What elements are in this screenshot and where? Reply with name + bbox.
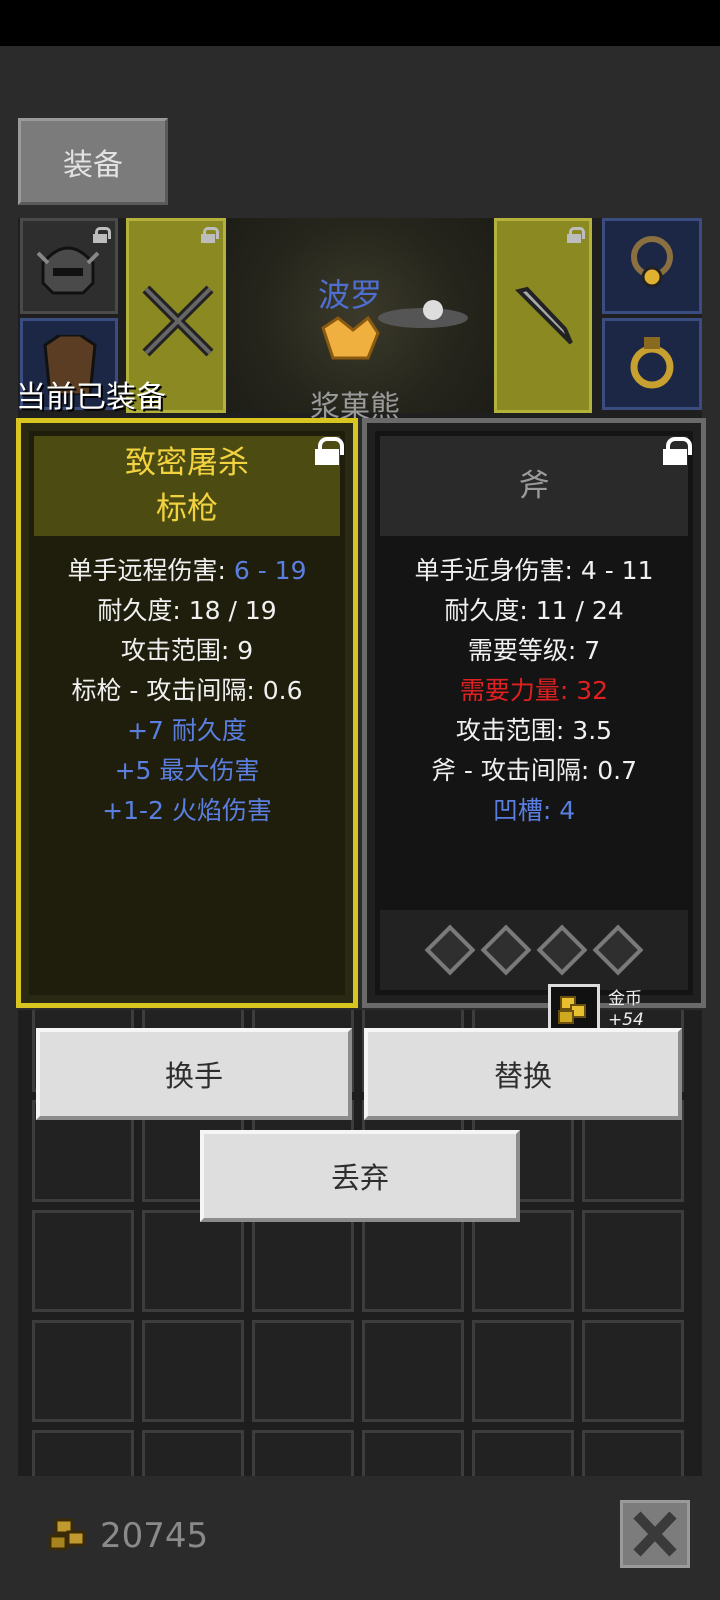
status-bar [0,0,720,46]
hero-name: 波罗 [318,276,383,314]
close-icon [633,1511,677,1557]
helmet-slot[interactable] [20,218,118,314]
gold-total: 20745 [100,1516,209,1556]
inventory-slot[interactable] [32,1210,134,1312]
inventory-slot[interactable] [582,1210,684,1312]
amulet-icon [631,236,673,288]
new-item-card: 斧 单手近身伤害: 4 - 11 耐久度: 11 / 24 需要等级: 7 需要… [362,418,706,1008]
inventory-slot[interactable] [362,1210,464,1312]
socket-slot [536,924,588,976]
stat-attack-interval: 标枪 - 攻击间隔: 0.6 [71,676,303,705]
stat-bonus-max-damage: +5 最大伤害 [114,756,260,785]
stat-bonus-fire-damage: +1-2 火焰伤害 [102,796,272,825]
stat-range: 攻击范围: 9 [120,636,254,665]
ring-icon [630,337,674,389]
swap-hand-button[interactable]: 换手 [36,1028,352,1120]
weapon-slot-right[interactable] [494,218,592,413]
inventory-slot[interactable] [362,1320,464,1422]
stat-damage: 单手近身伤害: 4 - 11 [414,556,654,585]
tab-equipment[interactable]: 装备 [18,118,168,205]
inventory-slot[interactable] [32,1320,134,1422]
replace-button[interactable]: 替换 [364,1028,682,1120]
stat-durability: 耐久度: 11 / 24 [444,596,624,625]
current-item-header: 致密屠杀 标枪 [34,436,340,536]
inventory-slot[interactable] [362,1430,464,1476]
gold-coins-icon [48,1518,86,1551]
stat-range: 攻击范围: 3.5 [455,716,613,745]
inventory-slot[interactable] [472,1430,574,1476]
current-item-title-type: 标枪 [156,491,218,527]
inventory-slot[interactable] [32,1430,134,1476]
lock-icon[interactable] [315,437,344,465]
socket-slot [424,924,476,976]
close-button[interactable] [620,1500,690,1568]
inventory-slot[interactable] [252,1320,354,1422]
lock-icon [201,227,219,243]
toast-label: 金币 [608,989,642,1009]
toast-amount: +54 [608,1010,644,1030]
new-item-title: 斧 [518,468,550,504]
inventory-slot[interactable] [142,1320,244,1422]
socket-row [380,910,688,990]
crossed-javelins-icon [142,285,214,357]
new-item-stats: 单手近身伤害: 4 - 11 耐久度: 11 / 24 需要等级: 7 需要力量… [367,551,701,831]
dagger-icon [515,286,573,345]
inventory-slot[interactable] [252,1430,354,1476]
stat-required-level: 需要等级: 7 [467,636,601,665]
stat-bonus-durability: +7 耐久度 [127,716,247,745]
socket-slot [592,924,644,976]
inventory-slot[interactable] [142,1210,244,1312]
current-item-stats: 单手远程伤害: 6 - 19 耐久度: 18 / 19 攻击范围: 9 标枪 -… [21,551,353,831]
lock-icon [567,227,585,243]
inventory-slot[interactable] [252,1210,354,1312]
inventory-slot[interactable] [582,1430,684,1476]
stat-sockets: 凹槽: 4 [492,796,576,825]
stat-durability: 耐久度: 18 / 19 [97,596,277,625]
stat-damage: 单手远程伤害: 6 - 19 [67,556,307,585]
lock-icon[interactable] [663,437,692,465]
stat-required-strength: 需要力量: 32 [459,676,609,705]
current-item-title-prefix: 致密屠杀 [125,445,249,481]
inventory-slot[interactable] [582,1320,684,1422]
helmet-icon [36,246,100,295]
equipped-label: 当前已装备 [16,380,166,415]
current-item-card: 致密屠杀 标枪 单手远程伤害: 6 - 19 耐久度: 18 / 19 攻击范围… [16,418,358,1008]
inventory-slot[interactable] [142,1430,244,1476]
stat-attack-interval: 斧 - 攻击间隔: 0.7 [430,756,638,785]
inventory-slot[interactable] [472,1320,574,1422]
socket-slot [480,924,532,976]
inventory-slot[interactable] [472,1210,574,1312]
amulet-slot[interactable] [602,218,702,314]
ring-slot[interactable] [602,318,702,410]
new-item-header: 斧 [380,436,688,536]
discard-button[interactable]: 丢弃 [200,1130,520,1222]
